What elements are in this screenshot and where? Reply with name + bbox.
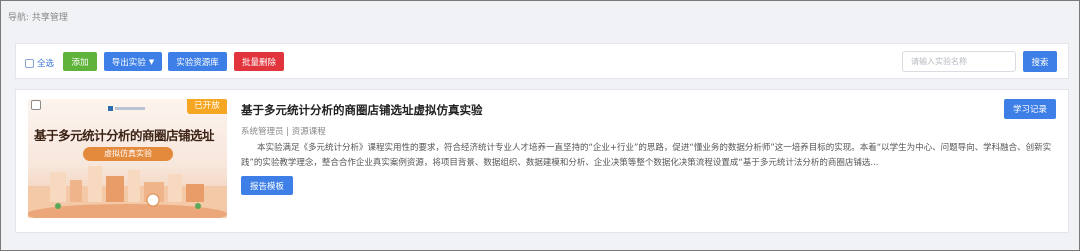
status-badge: 已开放: [187, 99, 227, 114]
breadcrumb-current[interactable]: 共享管理: [32, 13, 68, 23]
export-experiment-button[interactable]: 导出实验 ▼: [104, 52, 162, 71]
export-experiment-label: 导出实验: [111, 57, 146, 68]
search-input[interactable]: 请输入实验名称: [902, 51, 1016, 72]
page-frame: 导航: 共享管理 全选 添加 导出实验 ▼ 实验资源库 批量删除 请输入实验名称…: [0, 0, 1080, 251]
experiment-title[interactable]: 基于多元统计分析的商圈店铺选址虚拟仿真实验: [241, 102, 483, 118]
learning-record-button[interactable]: 学习记录: [1004, 99, 1056, 119]
experiment-description: 本实验满足《多元统计分析》课程实用性的要求，符合经济统计专业人才培养一直坚持的“…: [241, 143, 1052, 168]
experiment-meta: 系统管理员 | 资源课程: [241, 127, 326, 137]
report-template-button[interactable]: 报告模板: [241, 176, 293, 195]
card-checkbox[interactable]: [31, 100, 41, 110]
select-all-label: 全选: [37, 59, 55, 69]
experiment-thumbnail[interactable]: 已开放 基于多元统计分析的商圈店铺选址 虚拟仿真实验: [28, 99, 227, 218]
publisher-logo: [108, 105, 148, 111]
toolbar: 全选 添加 导出实验 ▼ 实验资源库 批量删除 请输入实验名称 搜索: [15, 43, 1069, 79]
thumbnail-subtitle: 虚拟仿真实验: [83, 147, 173, 161]
breadcrumb: 导航: 共享管理: [8, 10, 68, 23]
city-illustration: [28, 166, 227, 218]
select-all-checkbox[interactable]: 全选: [25, 57, 54, 69]
experiment-resource-button[interactable]: 实验资源库: [168, 52, 227, 71]
thumbnail-title: 基于多元统计分析的商圈店铺选址: [34, 128, 215, 143]
experiment-card: 已开放 基于多元统计分析的商圈店铺选址 虚拟仿真实验 基于多元统计分析的商圈店铺…: [15, 89, 1069, 233]
search-button[interactable]: 搜索: [1023, 51, 1057, 72]
breadcrumb-prefix: 导航:: [8, 13, 30, 23]
checkbox-icon[interactable]: [25, 58, 34, 68]
batch-delete-button[interactable]: 批量删除: [234, 52, 284, 71]
add-button[interactable]: 添加: [63, 52, 97, 71]
caret-down-icon: ▼: [148, 57, 155, 66]
